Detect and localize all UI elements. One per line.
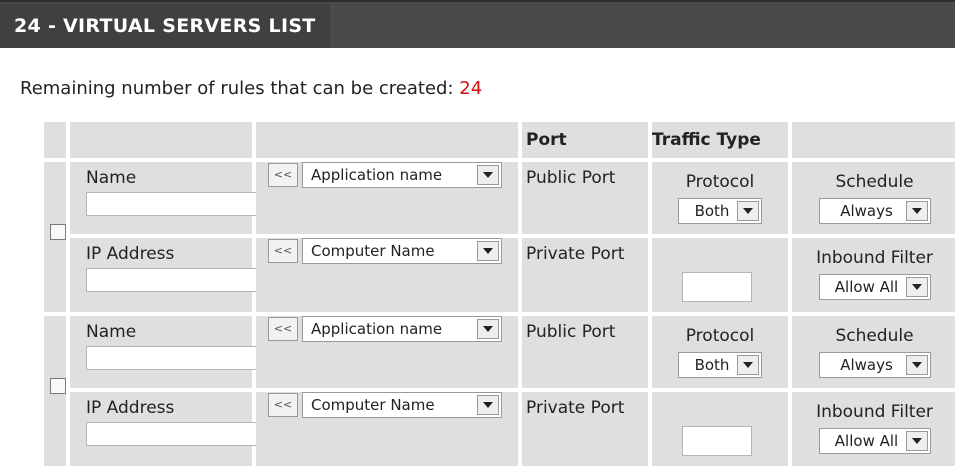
protocol-number-cell — [652, 238, 788, 312]
protocol-cell: Protocol Both — [652, 316, 788, 388]
application-cell: << Application name — [256, 316, 518, 388]
chevron-down-icon — [737, 355, 759, 375]
name-label: Name — [86, 322, 137, 342]
remaining-count: 24 — [459, 78, 483, 99]
schedule-select-value: Always — [840, 202, 893, 220]
protocol-select-value: Both — [694, 202, 730, 220]
private-port-label: Private Port — [526, 244, 625, 264]
section-title: 24 - VIRTUAL SERVERS LIST — [0, 4, 330, 48]
header-port: Port — [522, 122, 648, 158]
protocol-select[interactable]: Both — [678, 198, 762, 224]
remaining-label: Remaining number of rules that can be cr… — [20, 78, 454, 99]
name-input[interactable] — [86, 346, 264, 370]
inbound-filter-cell: Inbound Filter Allow All — [792, 392, 955, 466]
protocol-number-cell — [652, 392, 788, 466]
schedule-cell: Schedule Always — [792, 316, 955, 388]
header-traffic-type-label: Traffic Type — [652, 130, 761, 150]
public-port-cell: Public Port — [522, 316, 648, 388]
table-row: IP Address << Computer Name Private Port … — [44, 238, 955, 312]
name-cell: Name — [70, 162, 264, 234]
ip-address-label: IP Address — [86, 398, 175, 418]
copy-application-button[interactable]: << — [268, 163, 298, 187]
inbound-filter-select-value: Allow All — [834, 432, 899, 450]
rule-enable-checkbox[interactable] — [50, 224, 66, 240]
application-name-select[interactable]: Application name — [302, 162, 502, 188]
copy-application-button[interactable]: << — [268, 317, 298, 341]
table-header-row: Port Traffic Type — [44, 122, 955, 158]
rule-enable-checkbox[interactable] — [50, 378, 66, 394]
inbound-filter-select-value: Allow All — [834, 278, 899, 296]
protocol-cell: Protocol Both — [652, 162, 788, 234]
chevron-down-icon — [905, 355, 928, 375]
protocol-select-value: Both — [694, 356, 730, 374]
name-input[interactable] — [86, 192, 264, 216]
header-cell-blank — [792, 122, 955, 158]
protocol-label: Protocol — [685, 172, 755, 192]
header-cell-blank — [44, 122, 66, 158]
public-port-label: Public Port — [526, 168, 616, 188]
inbound-filter-cell: Inbound Filter Allow All — [792, 238, 955, 312]
ip-address-cell: IP Address — [70, 392, 264, 466]
chevron-down-icon — [905, 201, 928, 221]
chevron-down-icon — [477, 241, 499, 261]
copy-computer-button[interactable]: << — [268, 239, 298, 263]
computer-cell: << Computer Name — [256, 392, 518, 466]
rule-enable-cell — [44, 316, 66, 466]
chevron-down-icon — [905, 277, 928, 297]
inbound-filter-select[interactable]: Allow All — [818, 428, 931, 454]
header-traffic-type: Traffic Type — [652, 122, 788, 158]
application-cell: << Application name — [256, 162, 518, 234]
application-name-select-value: Application name — [311, 320, 443, 338]
public-port-cell: Public Port — [522, 162, 648, 234]
header-cell-blank — [70, 122, 252, 158]
ip-address-input[interactable] — [86, 422, 264, 446]
name-label: Name — [86, 168, 137, 188]
schedule-cell: Schedule Always — [792, 162, 955, 234]
protocol-label: Protocol — [685, 326, 755, 346]
application-name-select[interactable]: Application name — [302, 316, 502, 342]
virtual-servers-table: Port Traffic Type Name << Application nam… — [40, 118, 955, 470]
schedule-select[interactable]: Always — [818, 198, 931, 224]
header-cell-blank — [256, 122, 518, 158]
remaining-rules-text: Remaining number of rules that can be cr… — [20, 78, 482, 99]
computer-name-select-value: Computer Name — [311, 242, 435, 260]
computer-name-select[interactable]: Computer Name — [302, 238, 502, 264]
inbound-filter-label: Inbound Filter — [816, 402, 933, 422]
virtual-servers-panel: 24 - VIRTUAL SERVERS LIST Remaining numb… — [0, 0, 955, 466]
header-port-label: Port — [526, 130, 567, 150]
protocol-select[interactable]: Both — [678, 352, 762, 378]
private-port-label: Private Port — [526, 398, 625, 418]
public-port-label: Public Port — [526, 322, 616, 342]
inbound-filter-select[interactable]: Allow All — [818, 274, 931, 300]
schedule-label: Schedule — [835, 172, 914, 192]
chevron-down-icon — [477, 165, 499, 185]
name-cell: Name — [70, 316, 264, 388]
computer-name-select[interactable]: Computer Name — [302, 392, 502, 418]
schedule-label: Schedule — [835, 326, 914, 346]
chevron-down-icon — [737, 201, 759, 221]
rule-enable-cell — [44, 162, 66, 312]
private-port-cell: Private Port — [522, 392, 648, 466]
protocol-number-input[interactable] — [682, 272, 752, 302]
chevron-down-icon — [477, 319, 499, 339]
section-header-bar: 24 - VIRTUAL SERVERS LIST — [0, 0, 955, 48]
copy-computer-button[interactable]: << — [268, 393, 298, 417]
chevron-down-icon — [477, 395, 499, 415]
protocol-number-input[interactable] — [682, 426, 752, 456]
ip-address-cell: IP Address — [70, 238, 264, 312]
computer-cell: << Computer Name — [256, 238, 518, 312]
table-row: Name << Application name Public Port Prot… — [44, 316, 955, 466]
application-name-select-value: Application name — [311, 166, 443, 184]
computer-name-select-value: Computer Name — [311, 396, 435, 414]
private-port-cell: Private Port — [522, 238, 648, 312]
ip-address-label: IP Address — [86, 244, 175, 264]
schedule-select-value: Always — [840, 356, 893, 374]
table-row: IP Address << Computer Name Private Port … — [44, 392, 955, 466]
ip-address-input[interactable] — [86, 268, 264, 292]
inbound-filter-label: Inbound Filter — [816, 248, 933, 268]
schedule-select[interactable]: Always — [818, 352, 931, 378]
chevron-down-icon — [905, 431, 928, 451]
table-row: Name << Application name Public Port Prot… — [44, 162, 955, 312]
